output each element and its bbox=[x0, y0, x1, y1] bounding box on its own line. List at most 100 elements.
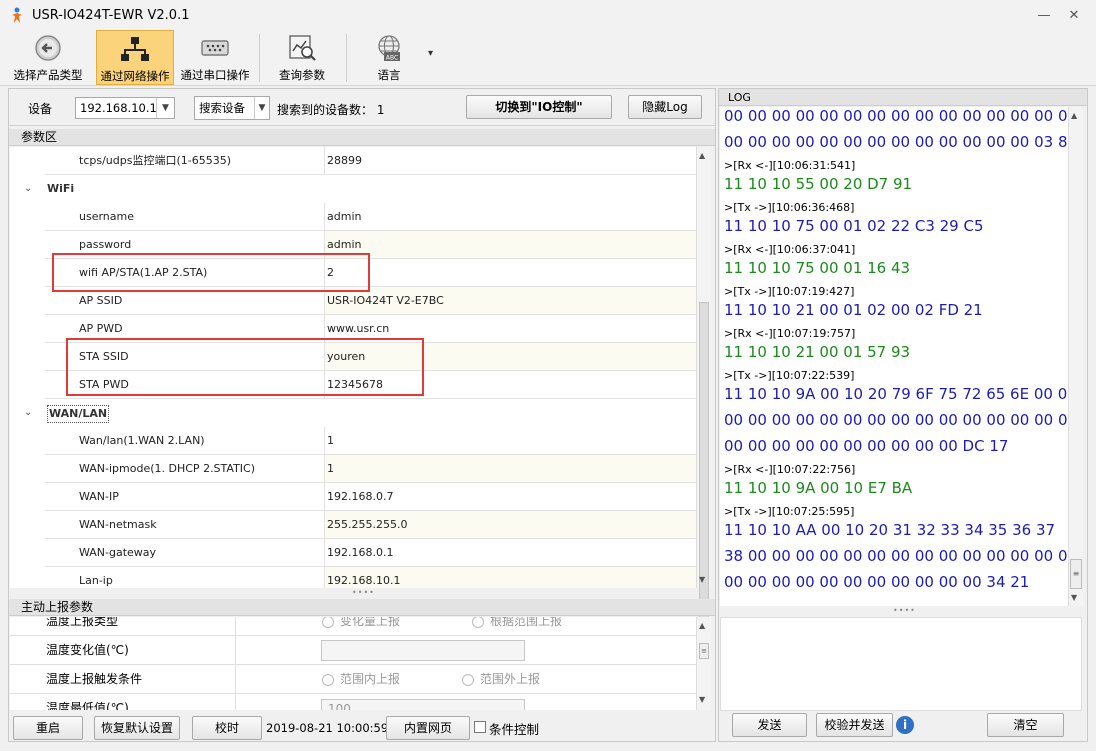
info-icon[interactable]: i bbox=[896, 716, 914, 734]
log-hex-line: 00 00 00 00 00 00 00 00 00 00 00 00 00 0… bbox=[724, 133, 1068, 151]
log-hex-line: 11 10 10 75 00 01 16 43 bbox=[724, 259, 911, 277]
report-scrollbar[interactable]: ▲ ≡ ▼ bbox=[696, 617, 711, 710]
highlight-box-sta-credentials bbox=[66, 338, 424, 396]
group-row-wan-lan[interactable]: ⌄ WAN/LAN bbox=[10, 399, 696, 427]
search-device-button[interactable]: 搜索设备 ▼ bbox=[194, 96, 270, 120]
param-row[interactable]: Lan-ip 192.168.10.1 bbox=[10, 567, 696, 588]
report-option-label: 变化量上报 bbox=[340, 617, 401, 628]
factory-reset-button[interactable]: 恢复默认设置 bbox=[94, 716, 180, 740]
report-option-radio[interactable]: 范围外上报 bbox=[462, 665, 540, 694]
scroll-up-icon[interactable]: ▲ bbox=[699, 151, 705, 160]
device-datetime: 2019-08-21 10:00:59 3 bbox=[266, 721, 400, 735]
scrollbar-thumb[interactable]: ≡ bbox=[699, 643, 709, 659]
scroll-up-icon[interactable]: ▲ bbox=[1071, 111, 1077, 120]
report-label: 温度最低值(℃) bbox=[10, 694, 236, 710]
log-timestamp: >[Rx <-][10:06:37:041] bbox=[724, 243, 856, 256]
radio-icon[interactable] bbox=[472, 617, 484, 628]
param-value[interactable]: 192.168.10.1 bbox=[325, 567, 696, 588]
log-timestamp: >[Tx ->][10:07:22:539] bbox=[724, 369, 855, 382]
param-grid-scrollbar[interactable]: ▲ ▼ bbox=[696, 147, 711, 627]
sync-time-button[interactable]: 校时 bbox=[192, 716, 262, 740]
param-row[interactable]: tcps/udps监控端口(1-65535) 28899 bbox=[10, 147, 696, 175]
radio-icon[interactable] bbox=[322, 673, 334, 686]
builtin-web-button[interactable]: 内置网页 bbox=[386, 716, 470, 740]
collapse-chevron-icon[interactable]: ⌄ bbox=[24, 175, 32, 203]
device-ip-select[interactable]: 192.168.10.1 ▼ bbox=[75, 97, 175, 119]
temp-min-input[interactable]: 100 bbox=[321, 699, 525, 710]
param-name: WAN-gateway bbox=[45, 539, 325, 567]
send-button[interactable]: 发送 bbox=[732, 713, 807, 737]
param-row[interactable]: WAN-IP 192.168.0.7 bbox=[10, 483, 696, 511]
param-value[interactable]: 2 bbox=[325, 259, 696, 287]
report-grid: 温度上报类型 变化量上报 根据范围上报 温度变化值(℃) 温度上报触发条件 范围… bbox=[10, 617, 696, 710]
radio-icon[interactable] bbox=[462, 673, 474, 686]
log-timestamp: >[Tx ->][10:06:36:468] bbox=[724, 201, 855, 214]
log-hex-line: 11 10 10 21 00 01 57 93 bbox=[724, 343, 911, 361]
log-hex-line: 00 00 00 00 00 00 00 00 00 00 00 34 21 bbox=[724, 573, 1030, 591]
log-hex-line: 11 10 10 9A 00 10 E7 BA bbox=[724, 479, 913, 497]
back-arrow-icon bbox=[35, 35, 61, 61]
network-operation-button[interactable]: 通过网络操作 bbox=[96, 30, 174, 85]
report-option-radio[interactable]: 范围内上报 bbox=[322, 665, 400, 694]
log-hex-line: 11 10 10 21 00 01 02 00 02 FD 21 bbox=[724, 301, 983, 319]
log-timestamp: >[Rx <-][10:07:22:756] bbox=[724, 463, 856, 476]
param-value[interactable]: 255.255.255.0 bbox=[325, 511, 696, 539]
param-value[interactable]: USR-IO424T V2-E7BC bbox=[325, 287, 696, 315]
language-button[interactable]: ABC 语言 bbox=[354, 30, 424, 85]
param-value[interactable]: 192.168.0.1 bbox=[325, 539, 696, 567]
report-option-radio[interactable]: 变化量上报 bbox=[322, 617, 400, 636]
param-value[interactable]: 192.168.0.7 bbox=[325, 483, 696, 511]
log-area[interactable]: 00 00 00 00 00 00 00 00 00 00 00 00 00 0… bbox=[720, 107, 1068, 606]
collapse-chevron-icon[interactable]: ⌄ bbox=[24, 399, 32, 427]
group-row-wifi[interactable]: ⌄ WiFi bbox=[10, 175, 696, 203]
language-dropdown-arrow[interactable]: ▾ bbox=[428, 48, 433, 59]
group-name: WiFi bbox=[47, 182, 75, 195]
log-timestamp: >[Tx ->][10:07:25:595] bbox=[724, 505, 855, 518]
report-option-radio[interactable]: 根据范围上报 bbox=[472, 617, 562, 636]
query-params-button[interactable]: 查询参数 bbox=[266, 30, 338, 85]
window-title: USR-IO424T-EWR V2.0.1 bbox=[32, 8, 190, 23]
param-row[interactable]: WAN-ipmode(1. DHCP 2.STATIC) 1 bbox=[10, 455, 696, 483]
param-row[interactable]: username admin bbox=[10, 203, 696, 231]
splitter-grip[interactable]: •••• bbox=[352, 588, 375, 597]
clear-button[interactable]: 清空 bbox=[987, 713, 1064, 737]
globe-language-icon: ABC bbox=[378, 35, 400, 62]
close-button[interactable]: ✕ bbox=[1063, 6, 1085, 26]
temp-change-input[interactable] bbox=[321, 640, 525, 661]
splitter-grip[interactable]: •••• bbox=[893, 606, 916, 615]
param-value[interactable]: admin bbox=[325, 203, 696, 231]
param-name: WAN-netmask bbox=[45, 511, 325, 539]
log-timestamp: >[Tx ->][10:07:19:427] bbox=[724, 285, 855, 298]
param-value[interactable]: 1 bbox=[325, 455, 696, 483]
report-option-label: 范围内上报 bbox=[340, 672, 401, 686]
param-value[interactable]: 28899 bbox=[325, 147, 696, 175]
param-row[interactable]: WAN-netmask 255.255.255.0 bbox=[10, 511, 696, 539]
scroll-down-icon[interactable]: ▼ bbox=[699, 695, 705, 704]
send-input-area[interactable] bbox=[720, 617, 1082, 711]
report-row: 温度上报类型 变化量上报 根据范围上报 bbox=[10, 617, 696, 636]
scroll-down-icon[interactable]: ▼ bbox=[699, 575, 705, 584]
scroll-up-icon[interactable]: ▲ bbox=[699, 621, 705, 630]
radio-icon[interactable] bbox=[322, 617, 334, 628]
param-row[interactable]: Wan/lan(1.WAN 2.LAN) 1 bbox=[10, 427, 696, 455]
highlight-box-wifi-mode bbox=[52, 253, 370, 292]
serial-operation-button[interactable]: 通过串口操作 bbox=[176, 30, 254, 85]
scroll-down-icon[interactable]: ▼ bbox=[1071, 593, 1077, 602]
log-hex-line: 11 10 10 75 00 01 02 22 C3 29 C5 bbox=[724, 217, 984, 235]
tool-label: 通过串口操作 bbox=[180, 68, 250, 82]
minimize-button[interactable]: — bbox=[1033, 6, 1055, 26]
param-row[interactable]: WAN-gateway 192.168.0.1 bbox=[10, 539, 696, 567]
condition-control-checkbox[interactable] bbox=[474, 721, 486, 733]
select-product-type-button[interactable]: 选择产品类型 bbox=[8, 30, 88, 85]
param-value[interactable]: 1 bbox=[325, 427, 696, 455]
tool-label: 选择产品类型 bbox=[13, 68, 83, 82]
log-scrollbar[interactable]: ▲ ≡ ▼ bbox=[1068, 107, 1083, 606]
verify-send-button[interactable]: 校验并发送 bbox=[816, 713, 893, 737]
log-hex-line: 00 00 00 00 00 00 00 00 00 00 DC 17 bbox=[724, 437, 1009, 455]
log-timestamp: >[Rx <-][10:06:31:541] bbox=[724, 159, 856, 172]
scrollbar-thumb[interactable]: ≡ bbox=[1070, 559, 1082, 589]
param-value[interactable]: admin bbox=[325, 231, 696, 259]
switch-io-control-button[interactable]: 切换到"IO控制" bbox=[466, 95, 612, 119]
hide-log-button[interactable]: 隐藏Log bbox=[628, 95, 702, 119]
restart-button[interactable]: 重启 bbox=[13, 716, 83, 740]
